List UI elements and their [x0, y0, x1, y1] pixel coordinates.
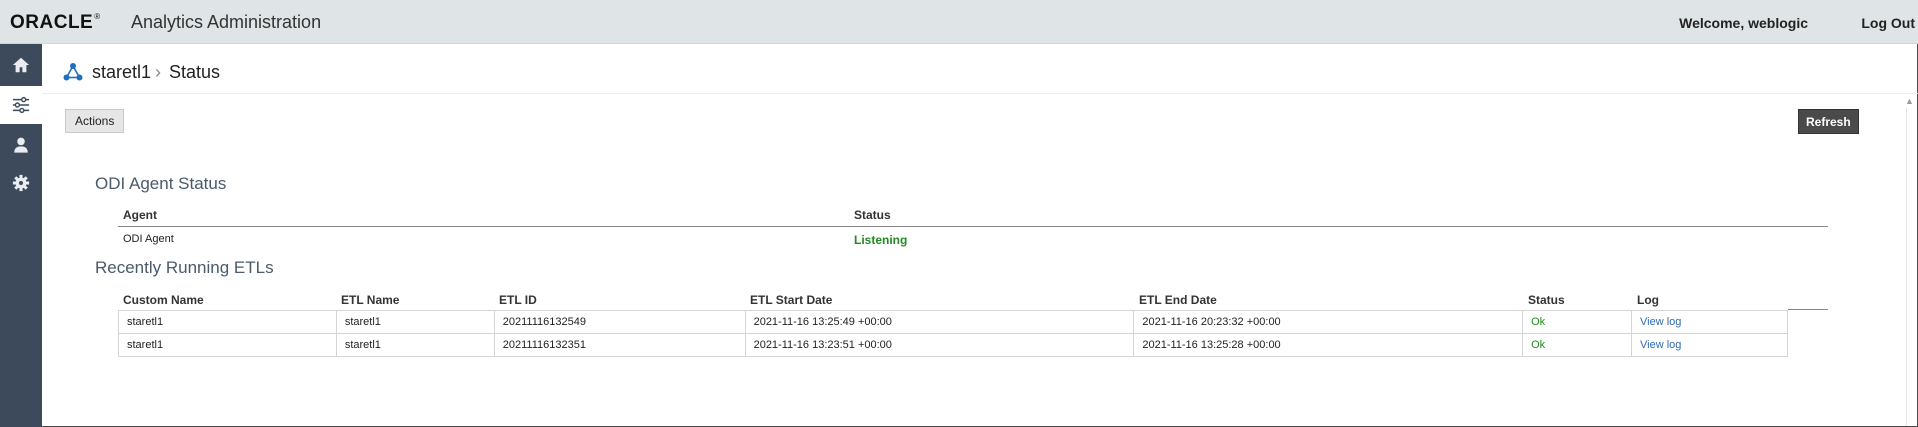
- refresh-button[interactable]: Refresh: [1798, 109, 1859, 134]
- page-title: Status: [169, 61, 221, 82]
- sidebar: [0, 44, 42, 427]
- actions-button[interactable]: Actions: [65, 109, 125, 133]
- sidebar-item-users[interactable]: [0, 126, 42, 164]
- network-icon: [63, 63, 83, 81]
- breadcrumb-separator: ›: [155, 61, 162, 82]
- user-icon: [14, 137, 28, 153]
- gear-icon: [12, 174, 30, 192]
- column-header-etl-id[interactable]: ETL ID: [499, 293, 537, 307]
- scrollbar-track[interactable]: [1906, 108, 1914, 426]
- logout-link[interactable]: Log Out: [1861, 15, 1915, 31]
- table-row: ODI Agent Listening: [118, 227, 1828, 251]
- sliders-icon: [12, 96, 30, 114]
- home-icon: [12, 57, 30, 73]
- agent-status-badge: Listening: [854, 233, 908, 247]
- cell-custom-name: staretl1: [118, 333, 337, 357]
- oracle-logo: ORACLE®: [10, 12, 101, 34]
- column-header-etl-name[interactable]: ETL Name: [341, 293, 399, 307]
- cell-log: View log: [1631, 333, 1788, 357]
- cell-custom-name: staretl1: [118, 310, 337, 334]
- column-header-end-date[interactable]: ETL End Date: [1139, 293, 1217, 307]
- cell-etl-id: 20211116132351: [493, 333, 746, 357]
- breadcrumb-divider: [42, 93, 1918, 94]
- cell-etl-id: 20211116132549: [493, 310, 746, 334]
- column-header-log[interactable]: Log: [1637, 293, 1659, 307]
- view-log-link[interactable]: View log: [1640, 316, 1681, 328]
- sidebar-item-configuration[interactable]: [0, 86, 42, 124]
- etl-header-rule: [1788, 309, 1828, 310]
- column-header-agent[interactable]: Agent: [123, 208, 157, 222]
- cell-etl-name: staretl1: [335, 333, 495, 357]
- cell-start-date: 2021-11-16 13:23:51 +00:00: [744, 333, 1135, 357]
- cell-status: Ok: [1522, 333, 1633, 357]
- app-title: Analytics Administration: [131, 12, 322, 32]
- table-row[interactable]: staretl1 staretl1 20211116132549 2021-11…: [118, 310, 1788, 334]
- cell-status: Ok: [1522, 310, 1633, 334]
- table-row[interactable]: staretl1 staretl1 20211116132351 2021-11…: [118, 333, 1788, 357]
- agent-name: ODI Agent: [123, 233, 174, 245]
- etl-table: staretl1 staretl1 20211116132549 2021-11…: [118, 310, 1788, 357]
- cell-etl-name: staretl1: [335, 310, 495, 334]
- cell-end-date: 2021-11-16 13:25:28 +00:00: [1133, 333, 1524, 357]
- scroll-up-arrow-icon[interactable]: ▲: [1905, 96, 1914, 106]
- odi-agent-table: Agent Status ODI Agent Listening: [118, 205, 1828, 251]
- welcome-text: Welcome, weblogic: [1679, 15, 1808, 31]
- agent-table-header: Agent Status: [118, 205, 1828, 227]
- sidebar-item-settings[interactable]: [0, 164, 42, 202]
- column-header-status[interactable]: Status: [854, 208, 891, 222]
- view-log-link[interactable]: View log: [1640, 339, 1681, 351]
- breadcrumb: staretl1 › Status: [62, 60, 220, 84]
- etl-section-title: Recently Running ETLs: [95, 258, 274, 277]
- odi-agent-section-title: ODI Agent Status: [95, 174, 227, 193]
- etl-table-header: Custom Name ETL Name ETL ID ETL Start Da…: [118, 292, 1828, 310]
- brand-text: ORACLE: [10, 12, 94, 33]
- cell-end-date: 2021-11-16 20:23:32 +00:00: [1133, 310, 1524, 334]
- column-header-status[interactable]: Status: [1528, 293, 1565, 307]
- cell-log: View log: [1631, 310, 1788, 334]
- breadcrumb-root-link[interactable]: staretl1: [92, 62, 151, 83]
- column-header-start-date[interactable]: ETL Start Date: [750, 293, 832, 307]
- cell-start-date: 2021-11-16 13:25:49 +00:00: [744, 310, 1135, 334]
- column-header-custom-name[interactable]: Custom Name: [123, 293, 204, 307]
- sidebar-item-home[interactable]: [0, 46, 42, 84]
- top-bar: ORACLE® Analytics Administration Welcome…: [0, 0, 1918, 44]
- trademark-mark: ®: [94, 12, 102, 21]
